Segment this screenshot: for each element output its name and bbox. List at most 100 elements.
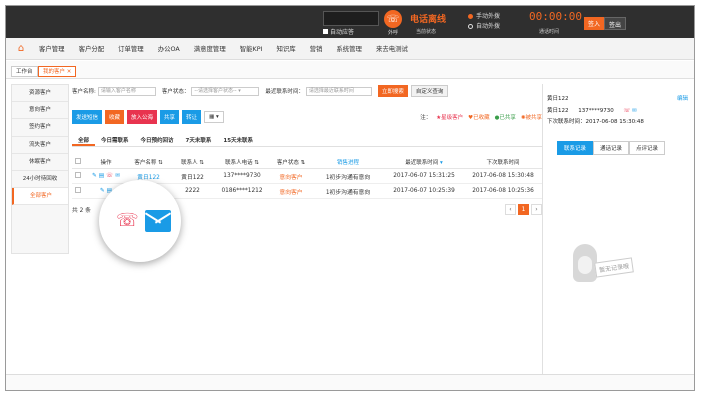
col-contact[interactable]: 联系人 ⇅ [171,158,214,166]
chevron-down-icon: ▾ [238,87,241,94]
sidebar-item-all[interactable]: 全部客户 [12,188,68,206]
sidebar-item-dormant[interactable]: 休眠客户 [12,154,68,171]
tab-my-customers[interactable]: 我的客户 ✕ [38,66,77,77]
col-sales-process[interactable]: 销售进程 [312,158,384,166]
phone-icon: ☏ [116,210,139,231]
contact-name: 黄日122 [181,174,204,181]
sidebar-item-lost[interactable]: 流失客户 [12,137,68,154]
record-tabs: 联系记录 通话记录 点评记录 [557,141,666,155]
nav-item[interactable]: 订单管理 [111,44,151,53]
last-contact-label: 最近联系时间： [265,89,304,95]
column-settings-button[interactable]: ▦ ▾ [204,111,224,123]
phone-icon[interactable]: ☏ [624,108,631,114]
send-sms-button[interactable]: 发送短信 [72,110,103,124]
nav-item[interactable]: 知识库 [269,44,302,53]
sidebar-item-resource[interactable]: 资源客户 [12,85,68,103]
custom-query-button[interactable]: 自定义查询 [410,85,449,97]
sidebar-item-signed[interactable]: 签约客户 [12,119,68,137]
sales-process: 1初步沟通有意向 [325,174,371,181]
total-count: 共 2 条 [72,207,91,214]
col-actions: 操作 [100,160,112,166]
pager: ‹ 1 › [505,203,542,215]
auto-dial-option[interactable]: 自动外拨 [468,22,500,32]
col-customer-status[interactable]: 客户状态 ⇅ [270,158,312,166]
col-customer-name[interactable]: 客户名称 ⇅ [126,158,171,166]
col-last-contact-label: 最近联系时间 [405,160,439,166]
col-next-contact[interactable]: 下次联系时间 [464,158,542,166]
call-timer: 00:00:00 [529,10,582,23]
col-contact-phone[interactable]: 联系人电话 ⇅ [214,158,270,166]
main-nav: ⌂ 客户管理 客户分配 订单管理 办公OA 满意度管理 智能KPI 知识库 营销… [6,38,694,60]
nav-item[interactable]: 营销 [303,44,330,53]
detail-title: 黄日122 [547,96,569,102]
tab-review-records[interactable]: 点评记录 [629,141,666,155]
tab-contact-records[interactable]: 联系记录 [557,141,594,155]
dial-button[interactable]: ☏ [384,10,402,28]
select-all-checkbox[interactable] [75,158,81,164]
quick-filter-tabs: 全部 今日需联系 今日预约回访 7天未联系 15天未联系 [72,133,542,147]
phone-icon[interactable]: ☏ [106,173,113,179]
sort-down-icon: ▾ [440,160,443,166]
search-button[interactable]: 立即搜索 [377,85,408,97]
tab-7-days[interactable]: 7天未联系 [180,133,218,146]
nav-item[interactable]: 客户管理 [32,44,72,53]
nav-item[interactable]: 系统管理 [329,44,369,53]
edit-icon[interactable]: ✎ [92,173,97,179]
edit-link[interactable]: 编辑 [677,94,688,102]
legend-fav: ♥已收藏 [468,115,490,121]
customer-status: 意向客户 [279,189,303,196]
legend: 注： ★星级客户 ♥已收藏 ●已共享 ✺被共享 [420,113,542,121]
sidebar-item-recycle[interactable]: 24小时待回收 [12,171,68,189]
status-filter-select[interactable]: --请选择客户状态-- ▾ [191,86,260,96]
next-page-button[interactable]: › [531,203,542,215]
row-actions: ✎ ▤ ☏ ✉ [86,173,126,179]
dial-mode-group: 手动外拨 自动外拨 [468,12,500,32]
col-last-contact[interactable]: 最近联系时间 ▾ [384,158,464,166]
last-contact-input[interactable]: 请选择最近联系时间 [305,86,372,96]
tab-15-days[interactable]: 15天未联系 [217,133,259,146]
line-status: 电话离线 [410,15,447,25]
prev-page-button[interactable]: ‹ [505,203,516,215]
next-contact-time: 2017-06-08 10:25:36 [472,188,534,194]
home-icon[interactable]: ⌂ [10,43,32,54]
nav-item[interactable]: 办公OA [151,44,187,53]
auto-answer-toggle[interactable]: 自动应答 [323,27,354,36]
customer-category-sidebar: 资源客户 意向客户 签约客户 流失客户 休眠客户 24小时待回收 全部客户 [11,84,69,254]
tab-today-visit[interactable]: 今日预约回访 [135,133,180,146]
sidebar-item-intent[interactable]: 意向客户 [12,102,68,120]
manual-dial-label: 手动外拨 [476,13,501,20]
manual-dial-radio[interactable] [468,14,473,19]
tab-all[interactable]: 全部 [72,133,96,146]
auto-dial-label: 自动外拨 [476,23,501,30]
filter-bar: 客户名称: 请输入客户名称 客户状态： --请选择客户状态-- ▾ 最近联系时间… [72,84,449,98]
page-tabs: 工作台 我的客户 ✕ [6,61,694,79]
transfer-button[interactable]: 转让 [182,110,202,124]
sign-out-button[interactable]: 签出 [604,17,627,30]
manual-dial-option[interactable]: 手动外拨 [468,12,500,22]
public-pool-button[interactable]: 放入公海 [127,110,158,124]
edit-icon[interactable]: ✎ [100,188,105,194]
page-number[interactable]: 1 [518,203,529,215]
sign-in-button[interactable]: 签入 [584,17,605,30]
tab-today-contact[interactable]: 今日需联系 [95,133,135,146]
share-button[interactable]: 共享 [160,110,180,124]
mail-icon[interactable]: ✉ [115,173,120,179]
note-icon[interactable]: ▤ [99,173,104,179]
close-icon[interactable]: ✕ [67,69,72,75]
sign-buttons: 签入 签出 [584,17,627,30]
nav-item[interactable]: 来去电测试 [369,44,415,53]
auto-dial-radio[interactable] [468,24,473,29]
mail-icon [145,210,171,232]
mail-icon[interactable]: ✉ [632,108,637,114]
nav-item[interactable]: 满意度管理 [187,44,233,53]
nav-item[interactable]: 智能KPI [233,44,270,53]
favorite-button[interactable]: 收藏 [105,110,125,124]
auto-answer-checkbox[interactable] [323,29,328,34]
row-checkbox[interactable] [75,187,81,193]
tab-call-records[interactable]: 通话记录 [593,141,630,155]
tab-workbench[interactable]: 工作台 [11,66,38,77]
customer-name[interactable]: 黄日122 [126,172,171,181]
name-filter-input[interactable]: 请输入客户名称 [97,86,156,96]
row-checkbox[interactable] [75,172,81,178]
nav-item[interactable]: 客户分配 [72,44,112,53]
